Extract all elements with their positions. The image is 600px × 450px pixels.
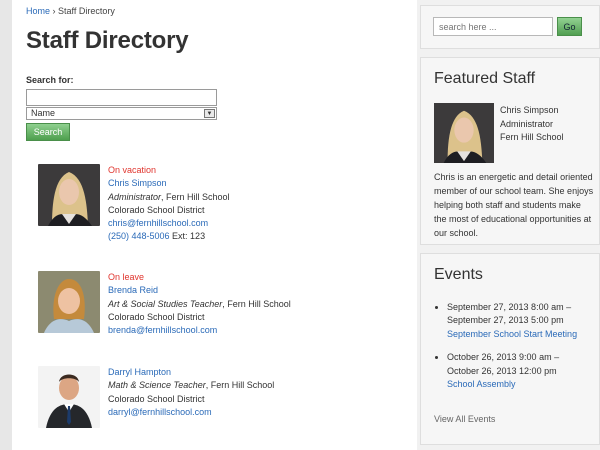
staff-photo-brenda [38,271,100,333]
breadcrumb-separator: › [52,6,56,16]
featured-staff-role: Administrator [500,118,554,129]
staff-district: Colorado School District [108,204,205,215]
staff-email-link[interactable]: chris@fernhillschool.com [108,217,408,230]
go-button[interactable]: Go [557,17,582,36]
staff-role: Art & Social Studies Teacher [108,298,223,309]
staff-phone-ext: Ext: 123 [169,231,206,242]
staff-school: , Fern Hill School [222,298,291,309]
events-heading: Events [434,266,483,283]
staff-email-link[interactable]: darryl@fernhillschool.com [108,406,408,419]
staff-name-link[interactable]: Chris Simpson [108,177,408,190]
staff-school: , Fern Hill School [161,191,230,202]
staff-name-link[interactable]: Brenda Reid [108,284,408,297]
featured-staff-photo [434,102,494,164]
search-button[interactable]: Search [26,123,70,141]
staff-role-line: Math & Science Teacher, Fern Hill School [108,379,408,392]
staff-role-line: Administrator, Fern Hill School [108,191,408,204]
site-search-input[interactable] [433,17,553,36]
staff-name-link[interactable]: Darryl Hampton [108,366,408,379]
event-item: October 26, 2013 9:00 am – October 26, 2… [447,351,587,391]
featured-staff-meta: Chris Simpson Administrator Fern Hill Sc… [500,104,564,145]
staff-role-line: Art & Social Studies Teacher, Fern Hill … [108,298,408,311]
staff-phone-link[interactable]: (250) 448-5006 [108,231,170,241]
staff-photo-darryl [38,366,100,428]
featured-staff-school: Fern Hill School [500,132,564,142]
search-field-select[interactable]: Name ▼ [26,107,217,120]
staff-email-link[interactable]: brenda@fernhillschool.com [108,324,408,337]
staff-photo-chris [38,164,100,226]
event-title-link[interactable]: September School Start Meeting [447,328,587,341]
staff-status: On vacation [108,165,157,175]
chevron-down-icon[interactable]: ▼ [204,109,215,118]
staff-school: , Fern Hill School [205,380,275,391]
staff-district: Colorado School District [108,311,205,322]
page-title: Staff Directory [26,27,189,54]
staff-status: On leave [108,272,145,282]
featured-staff-widget: Featured Staff Chris Simpson Administrat… [420,57,600,245]
search-field-select-value: Name [31,108,56,118]
main-content: Home › Staff Directory Staff Directory S… [0,0,417,450]
breadcrumb-current: Staff Directory [58,6,115,16]
event-title-link[interactable]: School Assembly [447,378,587,391]
events-list: September 27, 2013 8:00 am – September 2… [434,301,587,391]
breadcrumb-home-link[interactable]: Home [26,6,50,16]
sidebar-search-widget: Go [420,5,600,49]
staff-role: Math & Science Teacher [108,380,206,391]
staff-info: Darryl Hampton Math & Science Teacher, F… [108,366,408,419]
view-all-events-link[interactable]: View All Events [434,414,495,424]
featured-staff-name: Chris Simpson [500,105,559,115]
event-time: October 26, 2013 9:00 am – October 26, 2… [447,352,560,376]
event-item: September 27, 2013 8:00 am – September 2… [447,301,587,341]
staff-phone-line: (250) 448-5006 Ext: 123 [108,230,408,243]
events-widget: Events September 27, 2013 8:00 am – Sept… [420,253,600,445]
staff-district: Colorado School District [108,393,205,404]
event-time: September 27, 2013 8:00 am – September 2… [447,302,572,326]
featured-staff-bio: Chris is an energetic and detail oriente… [434,172,594,238]
search-label: Search for: [26,75,74,85]
directory-search-input[interactable] [26,89,217,106]
breadcrumb: Home › Staff Directory [26,6,417,18]
staff-info: On vacation Chris Simpson Administrator,… [108,164,408,244]
staff-role: Administrator [108,191,162,202]
featured-staff-heading: Featured Staff [434,70,536,87]
staff-info: On leave Brenda Reid Art & Social Studie… [108,271,408,337]
